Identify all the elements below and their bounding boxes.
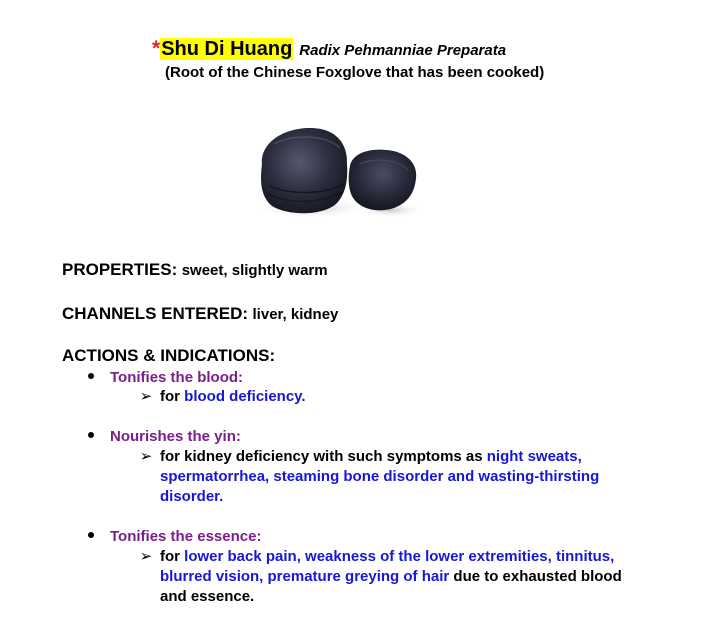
asterisk-marker: * — [152, 37, 161, 60]
action-item: Tonifies the blood: — [88, 369, 243, 386]
properties-label: PROPERTIES: — [62, 260, 178, 279]
properties-section: PROPERTIES: sweet, slightly warm — [62, 260, 328, 280]
title-line: *Shu Di Huang Radix Pehmanniae Preparata — [152, 36, 506, 64]
action-detail: ➢ for kidney deficiency with such symptom… — [138, 447, 652, 507]
channels-value: liver, kidney — [252, 306, 339, 323]
arrow-bullet-icon: ➢ — [139, 548, 153, 565]
actions-heading: ACTIONS & INDICATIONS: — [62, 346, 275, 366]
channels-label: CHANNELS ENTERED: — [62, 304, 249, 323]
actions-label: ACTIONS & INDICATIONS: — [62, 346, 276, 365]
detail-text: for kidney deficiency with such symptoms… — [160, 448, 487, 465]
herb-slice-stack — [261, 128, 348, 214]
action-item: Tonifies the essence: — [88, 528, 261, 545]
action-title: Nourishes the yin: — [110, 428, 241, 445]
herb-photo — [254, 128, 422, 218]
bullet-dot-icon — [88, 373, 94, 380]
bullet-dot-icon — [88, 432, 94, 439]
channels-section: CHANNELS ENTERED: liver, kidney — [62, 304, 338, 324]
bullet-dot-icon — [88, 532, 94, 539]
herb-title: Shu Di Huang — [160, 38, 294, 60]
action-title: Tonifies the blood: — [110, 369, 244, 386]
arrow-bullet-icon: ➢ — [139, 448, 153, 465]
latin-name: Radix Pehmanniae Preparata — [299, 42, 507, 59]
arrow-bullet-icon: ➢ — [139, 388, 153, 405]
herb-slice-single — [348, 149, 417, 211]
detail-text: for — [160, 388, 185, 405]
action-detail: ➢ for blood deficiency. — [138, 387, 652, 407]
action-item: Nourishes the yin: — [88, 428, 241, 445]
action-detail: ➢ for lower back pain, weakness of the lo… — [138, 547, 652, 607]
properties-value: sweet, slightly warm — [181, 262, 328, 279]
action-title: Tonifies the essence: — [110, 528, 262, 545]
detail-text: for — [160, 548, 185, 565]
detail-term: blood deficiency. — [184, 388, 306, 405]
herb-subtitle: (Root of the Chinese Foxglove that has b… — [165, 64, 545, 81]
